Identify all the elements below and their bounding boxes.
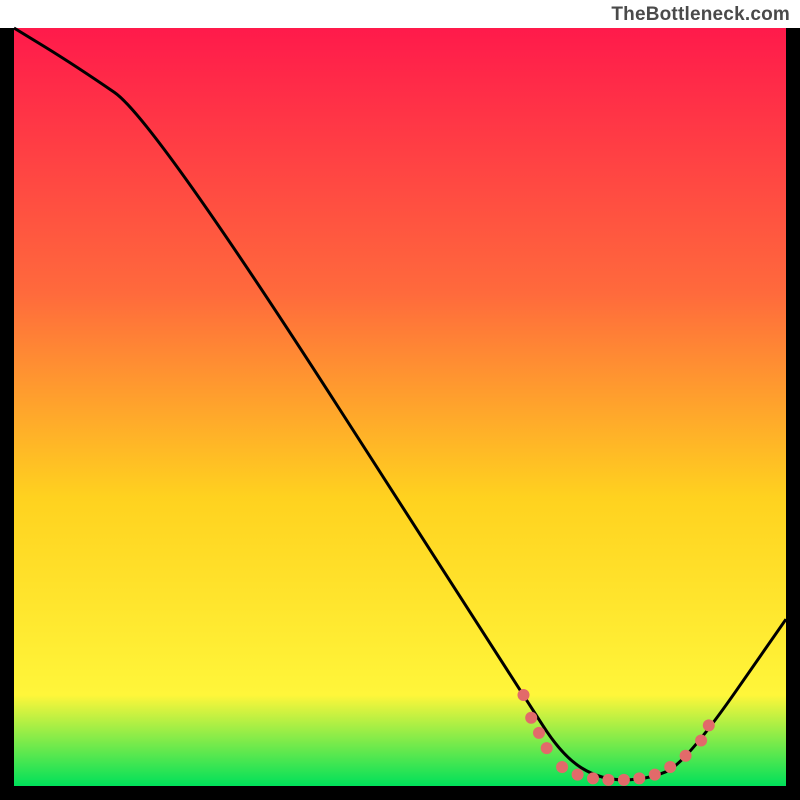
attribution-text: TheBottleneck.com xyxy=(611,4,790,26)
curve-marker xyxy=(649,769,661,781)
curve-marker xyxy=(703,719,715,731)
frame-right xyxy=(786,28,800,800)
frame-bottom xyxy=(0,786,800,800)
bottleneck-chart xyxy=(0,0,800,800)
curve-marker xyxy=(618,774,630,786)
curve-marker xyxy=(695,735,707,747)
curve-marker xyxy=(587,772,599,784)
plot-background xyxy=(14,28,786,786)
curve-marker xyxy=(602,774,614,786)
curve-marker xyxy=(541,742,553,754)
curve-marker xyxy=(633,772,645,784)
curve-marker xyxy=(525,712,537,724)
curve-marker xyxy=(572,769,584,781)
curve-marker xyxy=(518,689,530,701)
curve-marker xyxy=(556,761,568,773)
frame-left xyxy=(0,28,14,800)
curve-marker xyxy=(680,750,692,762)
curve-marker xyxy=(664,761,676,773)
curve-marker xyxy=(533,727,545,739)
chart-container: TheBottleneck.com xyxy=(0,0,800,800)
